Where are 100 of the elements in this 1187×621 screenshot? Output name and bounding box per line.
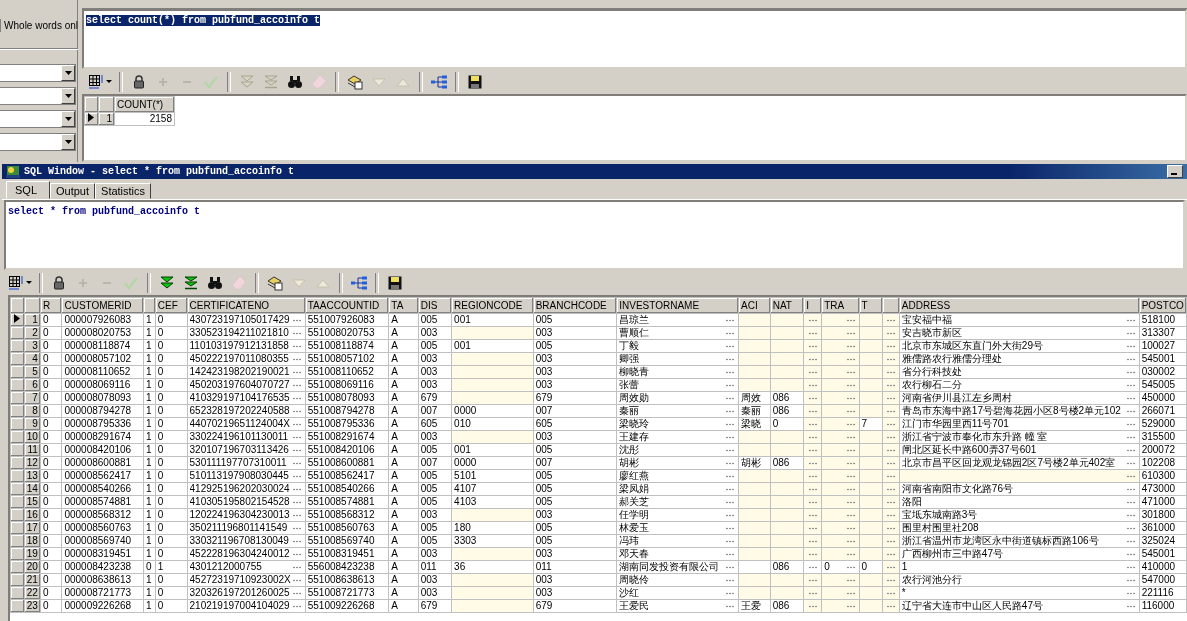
cell-text: 曹顺仁 — [619, 327, 651, 339]
table-cell: 0 — [155, 430, 187, 444]
column-header[interactable]: CEF — [155, 297, 187, 314]
ellipsis-icon — [886, 435, 895, 439]
table-cell: 003 — [418, 547, 452, 561]
table-cell: 0 — [155, 508, 187, 522]
ellipsis-icon — [1126, 552, 1135, 556]
table-cell: 胡彬 — [738, 456, 771, 470]
table-cell: 005 — [418, 313, 452, 327]
table-cell: 551008420106 — [305, 443, 389, 457]
cell-text: 320107196703113426 — [189, 444, 290, 456]
table-cell: 0 — [40, 482, 62, 496]
ellipsis-icon — [846, 370, 855, 374]
ellipsis-icon — [292, 370, 301, 374]
row-number: 8 — [24, 404, 41, 418]
dropdown-field[interactable] — [0, 87, 76, 105]
column-header[interactable]: R — [40, 297, 62, 314]
table-cell: A — [388, 560, 419, 574]
cell-text: 王建存 — [619, 431, 651, 443]
plus-icon — [77, 276, 89, 289]
table-cell: A — [388, 443, 419, 457]
table-cell: 005 — [533, 521, 617, 535]
cell-text: 青岛市东海中路17号碧海花园小区8号楼2单元102 — [901, 405, 1122, 417]
column-header[interactable]: NAT — [770, 297, 804, 314]
table-cell: 518100 — [1139, 313, 1187, 327]
ellipsis-icon — [886, 552, 895, 556]
table-cell: 000008574881 — [61, 495, 144, 509]
table-cell: 000008110652 — [61, 365, 144, 379]
cell-text: 宝安福中福 — [901, 314, 953, 326]
cell-text: 450203197604070727 — [189, 379, 291, 391]
caret-icon — [64, 117, 72, 121]
cell-text: 闸北区延长中路600弄37号601 — [901, 444, 1038, 456]
column-header[interactable]: COUNT(*) — [114, 96, 175, 113]
cell-text: 任学明 — [619, 509, 651, 521]
ellipsis-icon — [726, 487, 735, 491]
table-cell: 551008110652 — [305, 365, 389, 379]
table-cell: 0 — [40, 508, 62, 522]
cell-text: 湖南同发投资有限公司 — [619, 561, 721, 573]
column-header[interactable]: ACI — [738, 297, 771, 314]
ellipsis-icon — [809, 318, 818, 322]
table-cell: 315500 — [1139, 430, 1187, 444]
dropdown-field[interactable] — [0, 110, 76, 128]
row-number: 10 — [24, 430, 41, 444]
dropdown-field[interactable] — [0, 64, 76, 82]
table-cell: 005 — [533, 482, 617, 496]
dropdown-button[interactable] — [61, 111, 75, 127]
tab[interactable]: SQL — [6, 181, 50, 199]
ellipsis-icon — [846, 591, 855, 595]
sql-editor[interactable]: select count(*) from pubfund_accoinfo t — [82, 9, 1187, 69]
dropdown-field[interactable] — [0, 133, 76, 151]
ellipsis-icon — [1126, 474, 1135, 478]
dropdown-button[interactable] — [61, 134, 75, 150]
ellipsis-icon — [809, 565, 818, 569]
double-down-bar-icon — [264, 74, 278, 89]
tree-icon — [430, 73, 448, 90]
column-header[interactable]: CERTIFICATENO — [187, 297, 306, 314]
table-cell: 551008118874 — [305, 339, 389, 353]
table-cell: 0 — [155, 482, 187, 496]
cell-text: 河南省南阳市文化路76号 — [901, 483, 1014, 495]
table-cell: 0 — [155, 326, 187, 340]
sql-editor[interactable]: select * from pubfund_accoinfo t — [4, 200, 1185, 270]
table-cell: 551008574881 — [305, 495, 389, 509]
column-header[interactable]: POSTCO — [1139, 297, 1187, 314]
column-header[interactable]: ADDRESS — [899, 297, 1140, 314]
column-header[interactable]: TRA — [821, 297, 859, 314]
table-cell: 1 — [143, 482, 156, 496]
table-cell: 0 — [40, 391, 62, 405]
dropdown-button[interactable] — [61, 65, 75, 81]
table-cell: 551008020753 — [305, 326, 389, 340]
ellipsis-icon — [886, 422, 895, 426]
cell-text: 胡彬 — [619, 457, 641, 469]
tab[interactable]: Output — [50, 183, 96, 199]
column-header[interactable]: INVESTORNAME — [616, 297, 739, 314]
window-button[interactable] — [1167, 165, 1183, 178]
ellipsis-icon — [292, 565, 301, 569]
ellipsis-icon — [809, 370, 818, 374]
column-header[interactable]: TA — [388, 297, 419, 314]
column-header[interactable]: REGIONCODE — [451, 297, 534, 314]
column-header[interactable]: T — [859, 297, 883, 314]
table-cell: 003 — [418, 352, 452, 366]
table-cell: 679 — [533, 391, 617, 405]
tab[interactable]: Statistics — [95, 183, 152, 199]
table-cell: 473000 — [1139, 482, 1187, 496]
table-cell: 000008291674 — [61, 430, 144, 444]
column-header[interactable]: TAACCOUNTID — [305, 297, 389, 314]
table-cell: 003 — [533, 508, 617, 522]
table-cell: 007 — [533, 456, 617, 470]
cell-text: 沙红 — [619, 587, 641, 599]
ellipsis-icon — [1126, 422, 1135, 426]
column-header[interactable]: BRANCHCODE — [533, 297, 617, 314]
ellipsis-icon — [1126, 318, 1135, 322]
column-header[interactable]: DIS — [418, 297, 452, 314]
ellipsis-icon — [726, 526, 735, 530]
ellipsis-icon — [846, 383, 855, 387]
ellipsis-icon — [1126, 396, 1135, 400]
ellipsis-icon — [846, 422, 855, 426]
table-cell: 551008319451 — [305, 547, 389, 561]
column-header[interactable]: CUSTOMERID — [61, 297, 144, 314]
cell-text: 430723197105017429 — [189, 314, 291, 326]
dropdown-button[interactable] — [61, 88, 75, 104]
